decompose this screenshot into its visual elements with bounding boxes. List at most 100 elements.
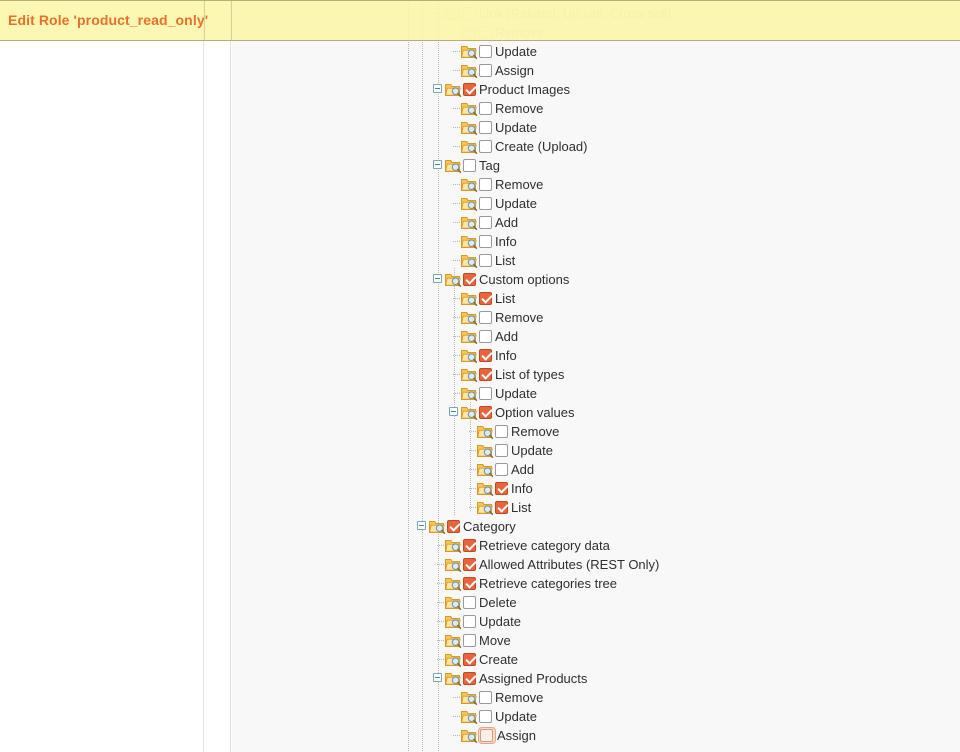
tree-line-stub-icon bbox=[432, 631, 445, 650]
tree-row[interactable]: Retrieve categories tree bbox=[232, 574, 960, 593]
tree-row[interactable]: Info bbox=[232, 232, 960, 251]
permission-checkbox[interactable] bbox=[478, 23, 494, 42]
collapse-minus-icon[interactable] bbox=[432, 270, 445, 289]
tree-node-label: Custom options bbox=[479, 272, 570, 287]
tree-node-label: Update bbox=[495, 709, 537, 724]
tree-row[interactable]: Custom options bbox=[232, 270, 960, 289]
permission-checkbox[interactable] bbox=[478, 42, 494, 61]
tree-row[interactable]: List bbox=[232, 251, 960, 270]
folder-search-icon bbox=[461, 194, 478, 213]
permission-checkbox[interactable] bbox=[494, 479, 510, 498]
tree-row[interactable]: Info bbox=[232, 479, 960, 498]
permission-checkbox[interactable] bbox=[478, 289, 494, 308]
permission-checkbox[interactable] bbox=[478, 194, 494, 213]
permission-checkbox[interactable] bbox=[478, 61, 494, 80]
tree-row[interactable]: Add bbox=[232, 327, 960, 346]
permission-checkbox[interactable] bbox=[494, 441, 510, 460]
tree-row[interactable]: Allowed Attributes (REST Only) bbox=[232, 555, 960, 574]
permission-checkbox[interactable] bbox=[478, 327, 494, 346]
permission-checkbox[interactable] bbox=[494, 422, 510, 441]
tree-row[interactable]: Update bbox=[232, 118, 960, 137]
tree-row[interactable]: Remove bbox=[232, 175, 960, 194]
permission-checkbox[interactable] bbox=[494, 498, 510, 517]
permission-checkbox[interactable] bbox=[462, 593, 478, 612]
tree-row[interactable]: Product Images bbox=[232, 80, 960, 99]
resource-access-tree[interactable]: Link (Related, Up sell, Cross sell) Remov… bbox=[232, 4, 960, 745]
permission-checkbox[interactable] bbox=[462, 555, 478, 574]
folder-search-icon bbox=[445, 574, 462, 593]
tree-row[interactable]: Assign bbox=[232, 726, 960, 745]
permission-checkbox[interactable] bbox=[478, 727, 496, 744]
tree-row[interactable]: Add bbox=[232, 460, 960, 479]
permission-checkbox[interactable] bbox=[462, 80, 478, 99]
permission-checkbox[interactable] bbox=[494, 460, 510, 479]
tree-node-label: Remove bbox=[495, 310, 544, 325]
tree-row[interactable]: Link (Related, Up sell, Cross sell) bbox=[232, 4, 960, 23]
tree-row[interactable]: Info bbox=[232, 346, 960, 365]
tree-row[interactable]: Update bbox=[232, 384, 960, 403]
tree-row[interactable]: Create bbox=[232, 650, 960, 669]
folder-search-icon bbox=[477, 422, 494, 441]
permission-checkbox[interactable] bbox=[478, 213, 494, 232]
permission-checkbox[interactable] bbox=[478, 99, 494, 118]
tree-row[interactable]: Option values bbox=[232, 403, 960, 422]
tree-row[interactable]: Category bbox=[232, 517, 960, 536]
permission-checkbox[interactable] bbox=[478, 707, 494, 726]
tree-row[interactable]: Remove bbox=[232, 688, 960, 707]
tree-row[interactable]: Tag bbox=[232, 156, 960, 175]
collapse-minus-icon[interactable] bbox=[416, 517, 429, 536]
tree-row[interactable]: Remove bbox=[232, 23, 960, 42]
collapse-minus-icon[interactable] bbox=[432, 156, 445, 175]
permission-checkbox[interactable] bbox=[478, 384, 494, 403]
tree-row[interactable]: Move bbox=[232, 631, 960, 650]
permission-checkbox[interactable] bbox=[462, 536, 478, 555]
permission-checkbox[interactable] bbox=[462, 669, 478, 688]
permission-checkbox[interactable] bbox=[478, 365, 494, 384]
tree-row[interactable]: Update bbox=[232, 441, 960, 460]
tree-row[interactable]: Update bbox=[232, 612, 960, 631]
tree-row[interactable]: List of types bbox=[232, 365, 960, 384]
tree-row[interactable]: Update bbox=[232, 194, 960, 213]
permission-checkbox[interactable] bbox=[478, 232, 494, 251]
tree-row[interactable]: Delete bbox=[232, 593, 960, 612]
permission-checkbox[interactable] bbox=[446, 517, 462, 536]
collapse-minus-icon[interactable] bbox=[432, 669, 445, 688]
permission-checkbox[interactable] bbox=[462, 156, 478, 175]
tree-row[interactable]: Create (Upload) bbox=[232, 137, 960, 156]
tree-row[interactable]: List bbox=[232, 289, 960, 308]
permission-checkbox[interactable] bbox=[478, 688, 494, 707]
tree-row[interactable]: Assigned Products bbox=[232, 669, 960, 688]
tree-row[interactable]: Remove bbox=[232, 422, 960, 441]
permission-checkbox[interactable] bbox=[462, 4, 478, 23]
permission-checkbox[interactable] bbox=[478, 118, 494, 137]
permission-checkbox[interactable] bbox=[478, 403, 494, 422]
permission-checkbox[interactable] bbox=[478, 137, 494, 156]
tree-row[interactable]: Retrieve category data bbox=[232, 536, 960, 555]
collapse-minus-icon[interactable] bbox=[448, 403, 461, 422]
permission-checkbox[interactable] bbox=[478, 251, 494, 270]
tree-row[interactable]: Assign bbox=[232, 61, 960, 80]
tree-row[interactable]: Remove bbox=[232, 99, 960, 118]
tree-node-label: Delete bbox=[479, 595, 517, 610]
tree-row[interactable]: Remove bbox=[232, 308, 960, 327]
tree-node-label: Info bbox=[495, 348, 517, 363]
permission-checkbox[interactable] bbox=[462, 650, 478, 669]
collapse-minus-icon[interactable] bbox=[432, 80, 445, 99]
tree-row[interactable]: Update bbox=[232, 42, 960, 61]
tree-row[interactable]: List bbox=[232, 498, 960, 517]
permission-checkbox[interactable] bbox=[462, 612, 478, 631]
collapse-minus-icon[interactable] bbox=[432, 4, 445, 23]
permission-checkbox[interactable] bbox=[478, 308, 494, 327]
tree-row[interactable]: Add bbox=[232, 213, 960, 232]
permission-checkbox[interactable] bbox=[462, 631, 478, 650]
folder-search-icon bbox=[461, 42, 478, 61]
tree-row[interactable]: Update bbox=[232, 707, 960, 726]
permission-checkbox[interactable] bbox=[462, 270, 478, 289]
permission-checkbox[interactable] bbox=[462, 574, 478, 593]
tree-node-label: Category bbox=[463, 519, 516, 534]
permission-checkbox[interactable] bbox=[478, 175, 494, 194]
permission-checkbox[interactable] bbox=[478, 346, 494, 365]
tree-node-label: List bbox=[511, 500, 532, 515]
